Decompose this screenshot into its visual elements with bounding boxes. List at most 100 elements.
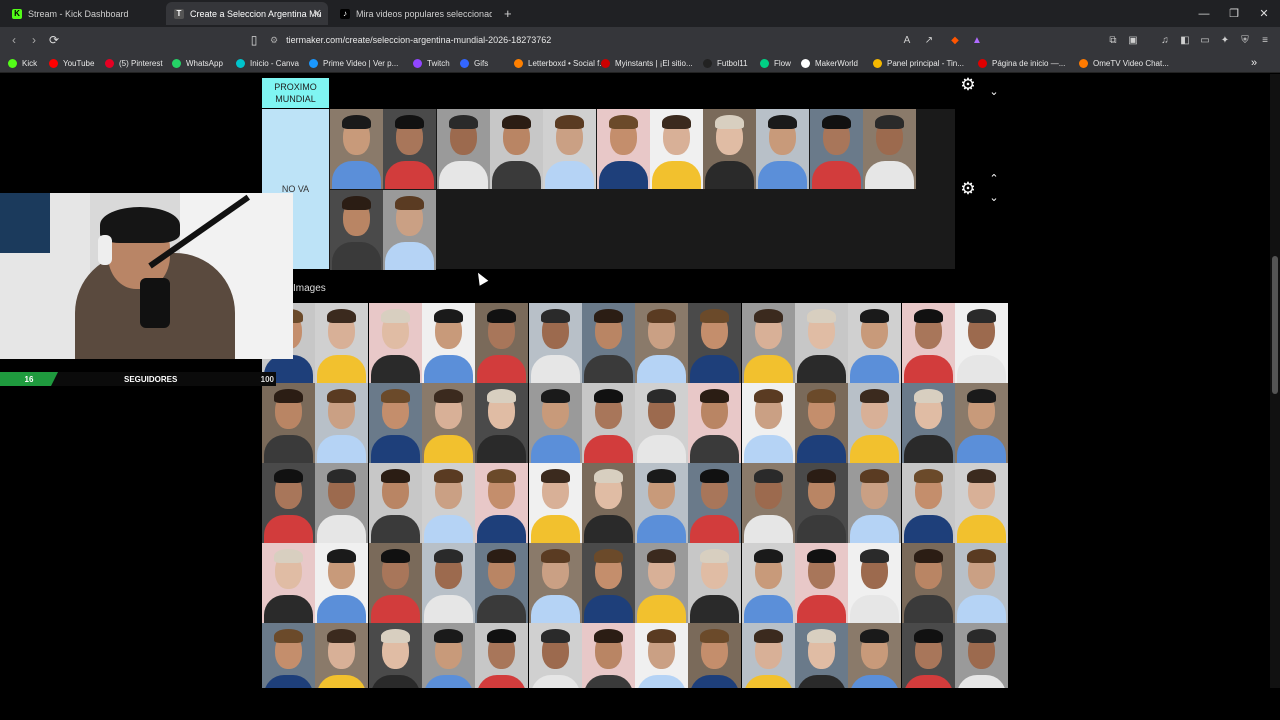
player-image[interactable] <box>543 109 597 189</box>
player-image[interactable] <box>901 623 955 688</box>
player-image[interactable] <box>795 303 848 383</box>
player-image[interactable] <box>741 543 795 623</box>
tab-kick-dashboard[interactable]: K Stream - Kick Dashboard <box>4 2 162 25</box>
chevron-down-icon[interactable]: ⌄ <box>987 86 1001 98</box>
close-tab-icon[interactable]: ✕ <box>313 7 322 20</box>
gear-icon[interactable]: ⚙ <box>959 180 977 198</box>
url-bar[interactable]: ⚙ tiermaker.com/create/seleccion-argenti… <box>270 30 990 50</box>
player-image[interactable] <box>795 383 848 463</box>
player-image[interactable] <box>954 463 1008 543</box>
player-image[interactable] <box>635 383 689 463</box>
player-image[interactable] <box>901 463 955 543</box>
player-image[interactable] <box>436 109 490 189</box>
player-image[interactable] <box>635 543 689 623</box>
player-image[interactable] <box>368 383 422 463</box>
player-image[interactable] <box>954 623 1008 688</box>
player-image[interactable] <box>475 303 529 383</box>
player-image[interactable] <box>421 543 475 623</box>
player-image[interactable] <box>330 109 383 189</box>
player-image[interactable] <box>581 623 635 688</box>
site-info-icon[interactable]: ⚙ <box>270 35 278 46</box>
bookmark-item[interactable]: Twitch <box>413 56 450 70</box>
player-image[interactable] <box>756 109 810 189</box>
brave-shield-icon[interactable]: ◆ <box>948 33 962 47</box>
player-image[interactable] <box>528 303 582 383</box>
chevron-up-icon[interactable]: ⌃ <box>987 173 1001 185</box>
player-image[interactable] <box>795 463 848 543</box>
bookmark-item[interactable]: Myinstants | ¡El sitio... <box>601 56 693 70</box>
player-image[interactable] <box>315 623 369 688</box>
player-image[interactable] <box>383 109 437 189</box>
player-image[interactable] <box>688 303 742 383</box>
maximize-icon[interactable]: ❐ <box>1218 0 1250 27</box>
bookmark-item[interactable]: MakerWorld <box>801 56 858 70</box>
page-scrollbar[interactable] <box>1270 74 1280 688</box>
player-image[interactable] <box>581 543 635 623</box>
player-image[interactable] <box>901 383 955 463</box>
player-image[interactable] <box>901 303 955 383</box>
sidebar-icon[interactable]: ◧ <box>1178 33 1192 47</box>
bookmark-item[interactable]: OmeTV Video Chat... <box>1079 56 1169 70</box>
player-image[interactable] <box>649 109 703 189</box>
player-image[interactable] <box>262 383 315 463</box>
player-image[interactable] <box>741 463 795 543</box>
player-image[interactable] <box>528 463 582 543</box>
translate-icon[interactable]: A <box>900 33 914 47</box>
player-image[interactable] <box>848 623 902 688</box>
player-image[interactable] <box>475 543 529 623</box>
screenshot-icon[interactable]: ▣ <box>1126 33 1140 47</box>
player-image[interactable] <box>475 623 529 688</box>
chevron-down-icon[interactable]: ⌄ <box>987 192 1001 204</box>
player-image[interactable] <box>368 463 422 543</box>
player-image[interactable] <box>954 303 1008 383</box>
media-icon[interactable]: ♫ <box>1158 33 1172 47</box>
player-image[interactable] <box>581 303 635 383</box>
close-window-icon[interactable]: ✕ <box>1248 0 1280 27</box>
player-image[interactable] <box>475 383 529 463</box>
player-image[interactable] <box>954 543 1008 623</box>
leo-ai-icon[interactable]: ✦ <box>1218 33 1232 47</box>
new-tab-button[interactable]: + <box>496 2 516 25</box>
bookmark-item[interactable]: Página de inicio —... <box>978 56 1065 70</box>
player-image[interactable] <box>635 303 689 383</box>
player-image[interactable] <box>848 303 902 383</box>
reload-icon[interactable]: ⟳ <box>46 32 62 48</box>
wallet-icon[interactable]: ▭ <box>1198 33 1212 47</box>
player-image[interactable] <box>421 463 475 543</box>
player-image[interactable] <box>848 543 902 623</box>
player-image[interactable] <box>315 543 369 623</box>
player-image[interactable] <box>795 543 848 623</box>
player-image[interactable] <box>741 303 795 383</box>
player-image[interactable] <box>901 543 955 623</box>
player-image[interactable] <box>262 623 315 688</box>
gear-icon[interactable]: ⚙ <box>959 76 977 94</box>
player-image[interactable] <box>383 190 437 270</box>
player-image[interactable] <box>809 109 863 189</box>
player-image[interactable] <box>368 543 422 623</box>
player-image[interactable] <box>741 383 795 463</box>
player-image[interactable] <box>528 623 582 688</box>
player-image[interactable] <box>315 463 369 543</box>
player-image[interactable] <box>421 383 475 463</box>
forward-icon[interactable]: › <box>26 32 42 48</box>
player-image[interactable] <box>848 383 902 463</box>
player-image[interactable] <box>863 109 916 189</box>
player-image[interactable] <box>954 383 1008 463</box>
bookmark-item[interactable]: YouTube <box>49 56 94 70</box>
player-image[interactable] <box>596 109 650 189</box>
player-image[interactable] <box>581 463 635 543</box>
player-image[interactable] <box>528 383 582 463</box>
tab-tiktok[interactable]: ♪ Mira videos populares seleccionados <box>332 2 492 25</box>
player-image[interactable] <box>330 190 383 270</box>
tab-tiermaker[interactable]: T Create a Seleccion Argentina Mu ✕ <box>166 2 328 25</box>
player-image[interactable] <box>368 303 422 383</box>
player-image[interactable] <box>688 623 742 688</box>
brave-rewards-icon[interactable]: ▲ <box>970 33 984 47</box>
player-image[interactable] <box>475 463 529 543</box>
extensions-icon[interactable]: ⧉ <box>1106 33 1120 47</box>
bookmark-item[interactable]: Flow <box>760 56 791 70</box>
bookmark-item[interactable]: (5) Pinterest <box>105 56 163 70</box>
menu-icon[interactable]: ≡ <box>1258 33 1272 47</box>
player-image[interactable] <box>635 463 689 543</box>
player-image[interactable] <box>421 623 475 688</box>
